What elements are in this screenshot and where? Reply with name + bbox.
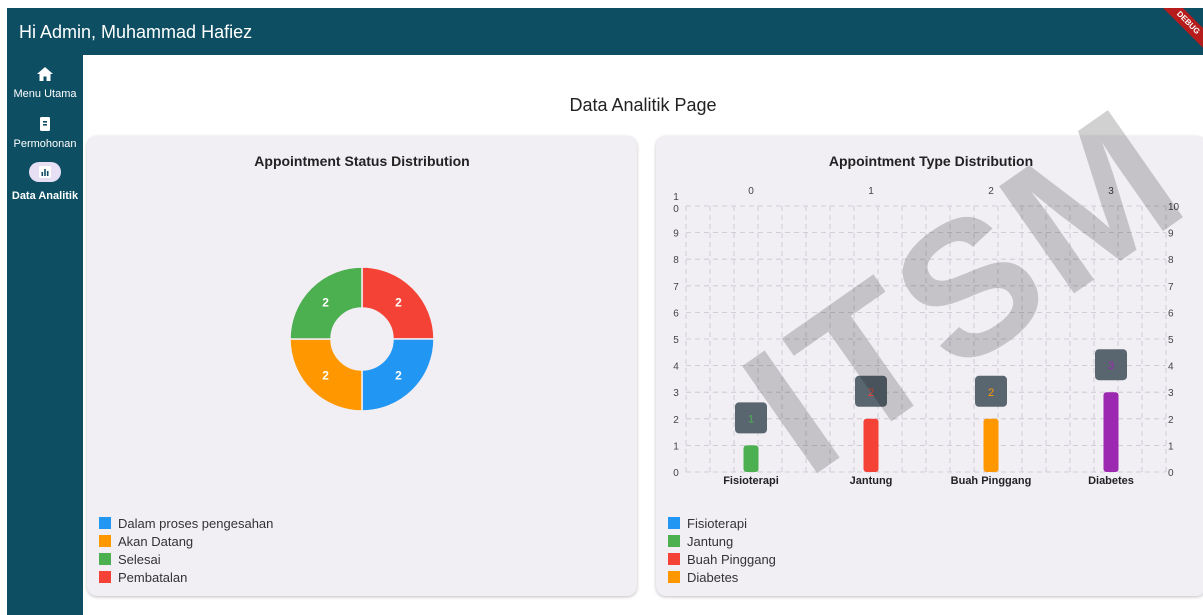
nav-label-permohonan: Permohonan <box>13 138 77 150</box>
bar-jantung <box>863 418 879 472</box>
app-title: Hi Admin, Muhammad Hafiez <box>19 22 253 42</box>
status-legend-item: Akan Datang <box>99 532 273 550</box>
y-tick-label-left: 6 <box>673 308 679 319</box>
status-donut-chart: 2 2 2 2 <box>289 266 435 412</box>
x-top-tick-label: 2 <box>988 186 994 197</box>
y-tick-label-right: 1 <box>1168 441 1174 452</box>
legend-label: Buah Pinggang <box>687 551 776 567</box>
type-legend-item: Diabetes <box>668 568 776 586</box>
bar-buah-pinggang <box>983 418 999 472</box>
type-bar-chart: 0 01 12 23 34 45 56 67 78 89 910 100 1 2 31Fisioterapi… <box>673 186 1180 487</box>
legend-swatch <box>668 517 680 529</box>
legend-swatch <box>99 517 111 529</box>
y-tick-label-left: 8 <box>673 255 679 266</box>
navigation-rail: Menu Utama Permohonan Data Analitik <box>7 55 83 615</box>
y-tick-label-right: 8 <box>1168 255 1174 266</box>
y-tick-label-left: 2 <box>673 415 679 426</box>
legend-label: Jantung <box>687 533 734 549</box>
y-tick-label-right: 0 <box>1168 468 1174 479</box>
y-tick-label-left: 5 <box>673 335 679 346</box>
legend-swatch <box>99 553 111 565</box>
analytics-icon <box>39 166 51 178</box>
x-category-label: Diabetes <box>1088 475 1134 487</box>
y-tick-label-left: 0 <box>673 204 679 215</box>
app-window: Hi Admin, Muhammad Hafiez DEBUG Menu Uta… <box>7 8 1203 615</box>
status-legend-item: Pembatalan <box>99 568 273 586</box>
y-tick-label-left: 1 <box>673 441 679 452</box>
legend-swatch <box>668 553 680 565</box>
home-icon <box>37 67 53 81</box>
page-title: Data Analitik Page <box>569 95 717 115</box>
nav-item-permohonan[interactable]: Permohonan <box>7 117 83 152</box>
y-tick-label-right: 2 <box>1168 415 1174 426</box>
type-chart-card: Appointment Type Distribution 0011223344… <box>656 136 1203 596</box>
x-top-tick-label: 0 <box>748 186 754 197</box>
y-tick-label-right: 5 <box>1168 335 1174 346</box>
x-top-tick-label: 1 <box>868 186 874 197</box>
debug-banner: DEBUG <box>1158 8 1203 53</box>
y-tick-label-right: 6 <box>1168 308 1174 319</box>
y-tick-label-left: 4 <box>673 362 679 373</box>
nav-item-data-analitik[interactable]: Data Analitik <box>7 162 83 204</box>
y-tick-label-left: 9 <box>673 229 679 240</box>
y-tick-label-left: 7 <box>673 282 679 293</box>
legend-swatch <box>99 571 111 583</box>
y-tick-label-left: 1 <box>673 192 679 203</box>
y-tick-label-right: 7 <box>1168 282 1174 293</box>
legend-label: Fisioterapi <box>687 515 747 531</box>
legend-label: Selesai <box>118 551 161 567</box>
app-bar: Hi Admin, Muhammad Hafiez DEBUG <box>7 8 1203 55</box>
x-category-label: Fisioterapi <box>723 475 779 487</box>
type-chart-legend: Fisioterapi Jantung Buah Pinggang Diabetes <box>668 514 776 586</box>
pie-slice-value-label: 2 <box>322 368 329 382</box>
y-tick-label-right: 4 <box>1168 362 1174 373</box>
bar-diabetes <box>1103 392 1119 472</box>
pie-slice-value-label: 2 <box>322 296 329 310</box>
legend-label: Akan Datang <box>118 533 194 549</box>
y-tick-label-right: 3 <box>1168 388 1174 399</box>
bar-value-label: 2 <box>868 387 874 399</box>
document-icon <box>40 117 50 131</box>
type-legend-item: Buah Pinggang <box>668 550 776 568</box>
nav-item-menu-utama[interactable]: Menu Utama <box>7 67 83 102</box>
bar-fisioterapi <box>743 445 759 472</box>
legend-swatch <box>668 571 680 583</box>
nav-label-data-analitik: Data Analitik <box>11 190 79 202</box>
nav-selected-indicator <box>29 162 61 182</box>
legend-label: Dalam proses pengesahan <box>118 515 274 531</box>
y-tick-label-right: 10 <box>1168 202 1180 213</box>
x-category-label: Buah Pinggang <box>951 475 1032 487</box>
legend-label: Pembatalan <box>118 569 188 585</box>
y-tick-label-right: 9 <box>1168 229 1174 240</box>
bar-value-label: 1 <box>748 413 754 425</box>
status-chart-card: Appointment Status Distribution 2222 Dal… <box>87 136 637 596</box>
x-top-tick-label: 3 <box>1108 186 1114 197</box>
legend-swatch <box>99 535 111 547</box>
x-category-label: Jantung <box>850 475 893 487</box>
nav-label-menu-utama: Menu Utama <box>13 88 77 100</box>
legend-label: Diabetes <box>687 569 739 585</box>
legend-swatch <box>668 535 680 547</box>
pie-slice-value-label: 2 <box>395 368 402 382</box>
type-legend-item: Jantung <box>668 532 776 550</box>
y-tick-label-left: 3 <box>673 388 679 399</box>
y-tick-label-left: 0 <box>673 468 679 479</box>
pie-slice-value-label: 2 <box>395 296 402 310</box>
status-chart-legend: Dalam proses pengesahan Akan Datang Selesa… <box>99 514 273 586</box>
status-legend-item: Dalam proses pengesahan <box>99 514 273 532</box>
bar-value-label: 3 <box>1108 360 1114 372</box>
bar-value-label: 2 <box>988 387 994 399</box>
status-legend-item: Selesai <box>99 550 273 568</box>
type-legend-item: Fisioterapi <box>668 514 776 532</box>
